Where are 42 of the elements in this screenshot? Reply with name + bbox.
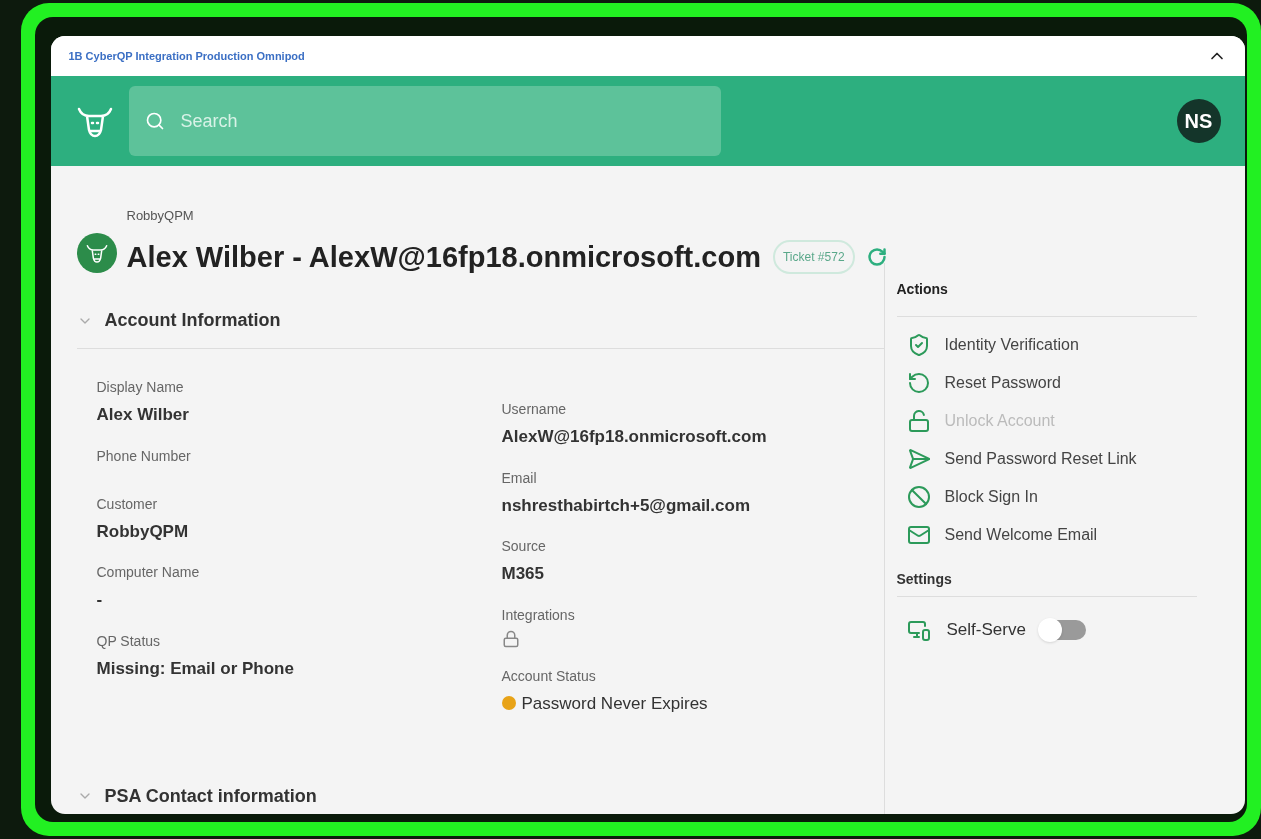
field-value: Alex Wilber [96,404,190,426]
search-icon [144,111,165,131]
field-label: Phone Number [96,446,192,466]
action-item[interactable]: Send Password Reset Link [906,447,1219,471]
field-value: AlexW@16fp18.onmicrosoft.com [501,426,767,448]
field-label: Customer [96,494,159,514]
field-value: Password Never Expires [521,692,708,715]
field-value: M365 [501,563,546,585]
toggle-switch[interactable] [1041,619,1086,640]
mail-icon [906,523,931,547]
field-label: Computer Name [96,563,201,582]
lock-icon [501,629,520,648]
refresh-icon[interactable] [866,247,887,268]
field-value: RobbyQPM [96,520,190,543]
field-value: Missing: Email or Phone [96,657,295,680]
window-title: 1B CyberQP Integration Production Omnipod [68,48,305,64]
actions-heading: Actions [896,263,1197,317]
field-label: Display Name [96,378,185,397]
field-label: Source [501,537,547,556]
action-item[interactable]: Reset Password [906,371,1219,395]
field-value: nshresthabirtch+5@gmail.com [501,494,751,517]
field-label: Username [501,400,568,419]
field-value: - [96,589,104,611]
send-icon [906,447,931,471]
settings-heading: Settings [896,569,1197,597]
reset-icon [906,371,931,395]
user-title: Alex Wilber - AlexW@16fp18.onmicrosoft.com [126,239,761,275]
action-item[interactable]: Send Welcome Email [906,523,1219,547]
user-avatar[interactable]: NS [1176,99,1221,143]
block-icon [906,485,931,509]
unlock-icon [906,409,931,433]
field-label: Email [501,468,538,488]
field-label: QP Status [96,631,162,651]
field-label: Account Status [501,666,597,686]
psa-section-header[interactable]: PSA Contact information [76,778,884,814]
action-item[interactable]: Identity Verification [906,333,1219,357]
field-label: Integrations [501,605,576,625]
account-section-header[interactable]: Account Information [76,293,884,349]
action-item[interactable]: Block Sign In [906,485,1219,509]
setting-label: Self-Serve [946,619,1026,641]
org-name: RobbyQPM [126,207,195,225]
search-field[interactable]: Search [128,86,721,156]
